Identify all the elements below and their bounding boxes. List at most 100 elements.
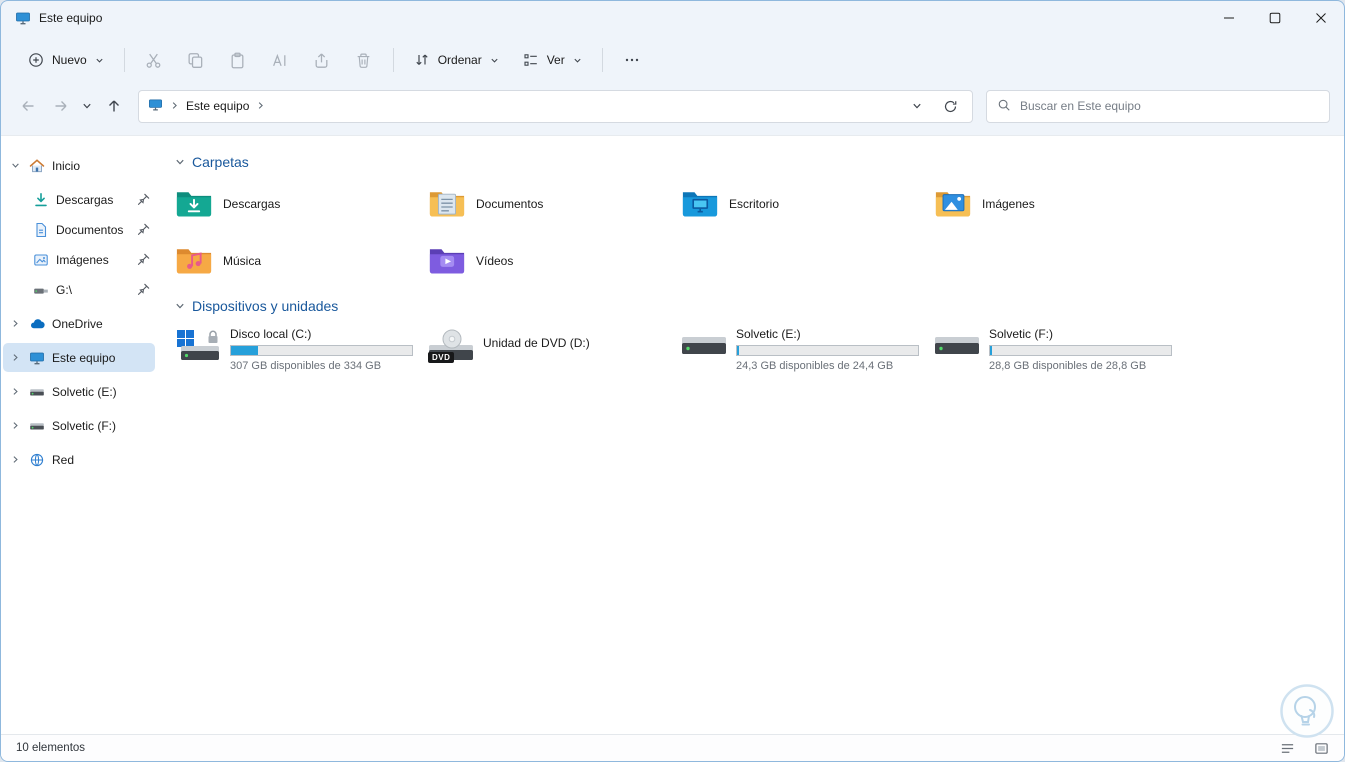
cut-button[interactable]: [134, 42, 174, 78]
sort-button[interactable]: Ordenar: [403, 44, 510, 76]
folder-tile-escritorio[interactable]: Escritorio: [681, 182, 934, 225]
folder-tile-musica[interactable]: Música: [175, 239, 428, 282]
device-name: Unidad de DVD (D:): [483, 336, 590, 350]
toolbar-separator: [601, 48, 603, 72]
items-count: 10 elementos: [16, 742, 86, 754]
chevron-down-icon: [95, 56, 104, 65]
folder-tile-descargas[interactable]: Descargas: [175, 182, 428, 225]
sidebar-item-inicio[interactable]: Inicio: [3, 151, 155, 180]
rename-button[interactable]: [260, 42, 300, 78]
folder-tile-videos[interactable]: Vídeos: [428, 239, 681, 282]
copy-button[interactable]: [176, 42, 216, 78]
chevron-right-icon[interactable]: [9, 319, 22, 328]
back-button[interactable]: [11, 90, 44, 123]
collapse-chevron-icon[interactable]: [175, 301, 185, 311]
section-header-carpetas[interactable]: Carpetas: [175, 154, 1344, 170]
chevron-right-icon[interactable]: [9, 387, 22, 396]
address-dropdown-button[interactable]: [904, 92, 930, 120]
folders-grid: Descargas Documentos Escritorio Imágenes…: [175, 182, 1344, 282]
device-name: Solvetic (F:): [989, 327, 1054, 341]
folder-tile-imagenes[interactable]: Imágenes: [934, 182, 1187, 225]
sidebar-item-este-equipo[interactable]: Este equipo: [3, 343, 155, 372]
videos-folder-icon: [428, 245, 466, 276]
maximize-button[interactable]: [1252, 1, 1298, 35]
computer-icon: [29, 350, 45, 366]
device-tile-solvetic-f[interactable]: Solvetic (F:) 28,8 GB disponibles de 28,…: [934, 326, 1187, 372]
free-space-text: 28,8 GB disponibles de 28,8 GB: [989, 360, 1147, 372]
onedrive-icon: [29, 316, 45, 332]
drive-icon: [29, 384, 45, 400]
forward-button[interactable]: [44, 90, 77, 123]
sidebar-item-documentos[interactable]: Documentos: [3, 215, 155, 244]
network-icon: [29, 452, 45, 468]
usb-drive-icon: [33, 282, 49, 298]
breadcrumb-chevron-icon: [170, 99, 179, 113]
devices-grid: Disco local (C:) 307 GB disponibles de 3…: [175, 326, 1344, 372]
delete-button[interactable]: [344, 42, 384, 78]
address-bar[interactable]: Este equipo: [138, 89, 973, 123]
share-button[interactable]: [302, 42, 342, 78]
sidebar-item-solvetic-e[interactable]: Solvetic (E:): [3, 377, 155, 406]
status-bar: 10 elementos: [1, 734, 1344, 761]
search-box: [986, 89, 1330, 123]
details-view-toggle-icon[interactable]: [1276, 738, 1298, 758]
pin-icon: [137, 283, 150, 296]
refresh-button[interactable]: [937, 92, 963, 120]
plus-circle-icon: [28, 52, 44, 68]
more-options-button[interactable]: [612, 42, 652, 78]
breadcrumb-item[interactable]: Este equipo: [186, 99, 249, 113]
folder-label: Imágenes: [982, 196, 1035, 211]
chevron-down-icon: [490, 56, 499, 65]
sidebar-item-label: Red: [52, 452, 75, 467]
navigation-bar: Este equipo: [1, 85, 1344, 135]
view-button-label: Ver: [546, 53, 565, 67]
this-pc-icon: [148, 97, 163, 115]
folder-tile-documentos[interactable]: Documentos: [428, 182, 681, 225]
up-button[interactable]: [97, 90, 130, 123]
free-space-text: 307 GB disponibles de 334 GB: [230, 360, 382, 372]
chevron-down-icon: [573, 56, 582, 65]
device-tile-dvd[interactable]: DVD Unidad de DVD (D:): [428, 326, 681, 372]
sidebar-item-label: OneDrive: [52, 316, 103, 331]
disk-usage-fill: [737, 346, 739, 355]
sidebar-item-red[interactable]: Red: [3, 445, 155, 474]
sort-button-label: Ordenar: [437, 53, 482, 67]
chevron-down-icon[interactable]: [9, 161, 22, 170]
paste-button[interactable]: [218, 42, 258, 78]
pin-icon: [137, 193, 150, 206]
items-view: Carpetas Descargas Documentos Escritorio: [161, 136, 1344, 734]
chevron-right-icon[interactable]: [9, 353, 22, 362]
document-icon: [33, 222, 49, 238]
minimize-button[interactable]: [1206, 1, 1252, 35]
recent-locations-button[interactable]: [77, 90, 97, 123]
sidebar-item-onedrive[interactable]: OneDrive: [3, 309, 155, 338]
chevron-right-icon[interactable]: [9, 455, 22, 464]
disk-usage-bar: [230, 345, 413, 356]
dvd-badge: DVD: [428, 352, 455, 363]
close-button[interactable]: [1298, 1, 1344, 35]
breadcrumb-chevron-icon[interactable]: [256, 99, 265, 113]
new-button-label: Nuevo: [52, 53, 87, 67]
sidebar-item-label: Imágenes: [56, 252, 109, 267]
drive-icon: [934, 329, 980, 361]
caption-buttons: [1206, 1, 1344, 35]
search-input[interactable]: [1020, 99, 1319, 113]
section-header-dispositivos[interactable]: Dispositivos y unidades: [175, 298, 1344, 314]
pictures-folder-icon: [934, 188, 972, 219]
downloads-folder-icon: [175, 188, 213, 219]
large-icons-view-toggle-icon[interactable]: [1310, 738, 1332, 758]
sidebar-item-solvetic-f[interactable]: Solvetic (F:): [3, 411, 155, 440]
chevron-right-icon[interactable]: [9, 421, 22, 430]
sidebar-item-label: Este equipo: [52, 350, 116, 365]
new-button[interactable]: Nuevo: [17, 44, 115, 76]
device-info: Solvetic (F:) 28,8 GB disponibles de 28,…: [989, 326, 1172, 372]
collapse-chevron-icon[interactable]: [175, 157, 185, 167]
device-tile-disco-local-c[interactable]: Disco local (C:) 307 GB disponibles de 3…: [175, 326, 428, 372]
disk-usage-fill: [990, 346, 992, 355]
view-button[interactable]: Ver: [512, 44, 593, 76]
sidebar-item-descargas[interactable]: Descargas: [3, 185, 155, 214]
sidebar-item-label: Solvetic (E:): [52, 384, 117, 399]
device-tile-solvetic-e[interactable]: Solvetic (E:) 24,3 GB disponibles de 24,…: [681, 326, 934, 372]
sidebar-item-imagenes[interactable]: Imágenes: [3, 245, 155, 274]
sidebar-item-g-drive[interactable]: G:\: [3, 275, 155, 304]
